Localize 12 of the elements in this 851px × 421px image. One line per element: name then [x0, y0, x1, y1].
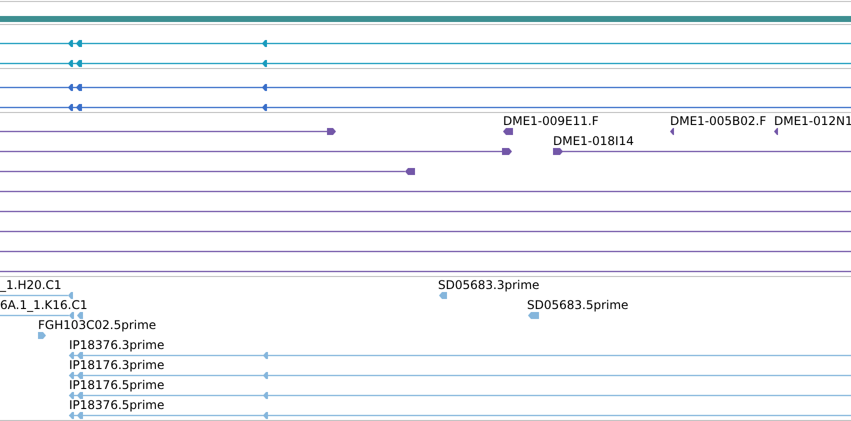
- feature-label: DME1-005B02.F: [670, 114, 766, 128]
- feature-label: IP18176.3prime: [69, 358, 164, 372]
- feature-label: IP18376.5prime: [69, 398, 164, 412]
- feature-label: IP18376.3prime: [69, 338, 164, 352]
- feature-label: IP18176.5prime: [69, 378, 164, 392]
- feature-label: DME1-018I14: [553, 134, 634, 148]
- feature-label: DME1-009E11.F: [503, 114, 599, 128]
- feature-label: _1.H20.C1: [0, 278, 62, 292]
- feature-label: SD05683.5prime: [527, 298, 628, 312]
- feature-label: SD05683.3prime: [438, 278, 540, 292]
- feature-label: FGH103C02.5prime: [38, 318, 156, 332]
- feature-label: 6A.1_1.K16.C1: [0, 298, 88, 312]
